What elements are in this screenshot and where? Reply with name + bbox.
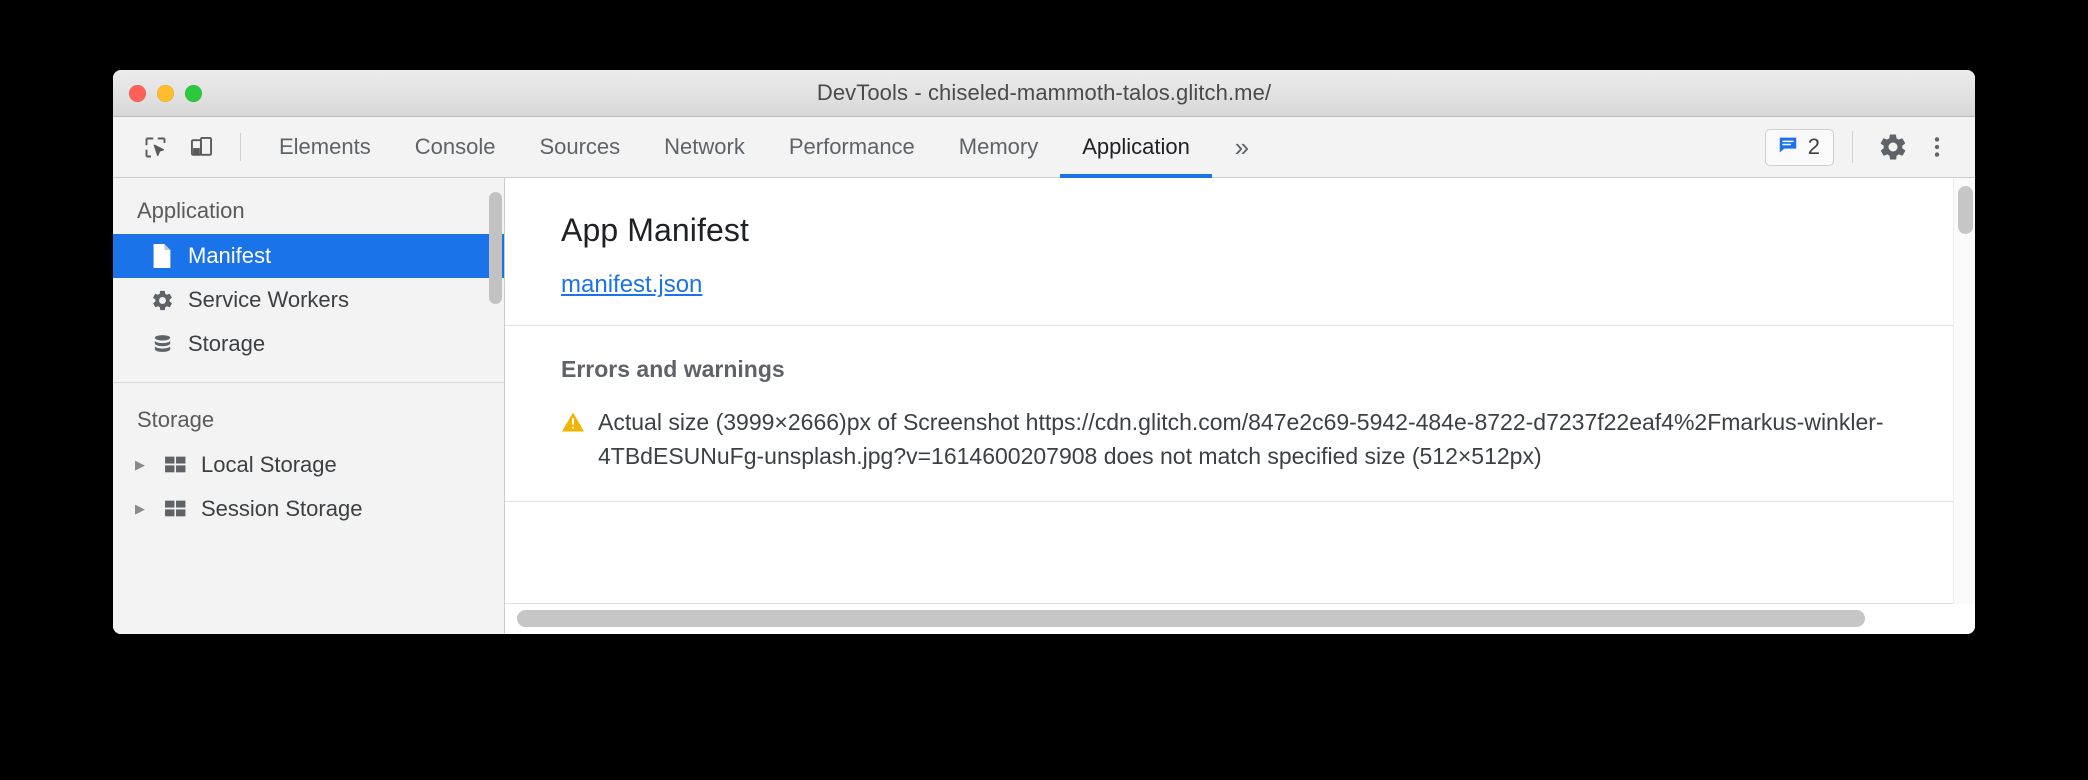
maximize-window-button[interactable]	[185, 84, 202, 102]
sidebar-scrollbar[interactable]	[489, 184, 502, 628]
panel-vertical-scrollbar-thumb[interactable]	[1958, 186, 1973, 234]
manifest-panel: App Manifest manifest.json Errors and wa…	[505, 178, 1975, 634]
tab-label: Network	[664, 134, 745, 159]
document-icon	[149, 243, 175, 269]
sidebar-item-label: Service Workers	[188, 287, 349, 312]
devtools-window: DevTools - chiseled-mammoth-talos.glitch…	[113, 70, 1975, 634]
panel-horizontal-scrollbar-thumb[interactable]	[517, 610, 1865, 627]
more-tabs-chevron-icon[interactable]: »	[1212, 117, 1272, 178]
toolbar-divider	[240, 133, 241, 161]
chevron-right-icon[interactable]: ▶	[131, 501, 149, 517]
sidebar-item-label: Local Storage	[201, 452, 337, 477]
panel-vertical-scrollbar[interactable]	[1953, 178, 1975, 604]
tab-elements[interactable]: Elements	[257, 117, 393, 178]
tab-memory[interactable]: Memory	[937, 117, 1060, 178]
gear-icon	[149, 287, 175, 313]
sidebar-item-label: Storage	[188, 331, 266, 356]
sidebar-group-title-application: Application	[137, 198, 245, 223]
tab-label: Elements	[279, 134, 371, 159]
toolbar-right-actions: 2	[1764, 117, 1975, 178]
tab-performance[interactable]: Performance	[767, 117, 937, 178]
panel-empty-strip	[505, 502, 1953, 544]
sidebar-group-title-storage: Storage	[137, 407, 215, 432]
warning-triangle-icon	[561, 411, 585, 438]
gear-icon[interactable]	[1871, 125, 1915, 169]
tab-label: Memory	[958, 134, 1039, 159]
sidebar-item-label: Session Storage	[201, 496, 363, 521]
more-vertical-icon[interactable]	[1915, 125, 1959, 169]
devtools-body: Application Manifest Service Workers Sto…	[113, 178, 1975, 634]
warning-item: Actual size (3999×2666)px of Screenshot …	[561, 405, 1953, 473]
tab-application[interactable]: Application	[1060, 117, 1212, 178]
tab-network[interactable]: Network	[642, 117, 767, 178]
more-tabs-label: »	[1234, 131, 1250, 162]
sidebar-item-manifest[interactable]: Manifest	[113, 234, 504, 278]
title-bar: DevTools - chiseled-mammoth-talos.glitch…	[113, 70, 1975, 117]
minimize-window-button[interactable]	[157, 84, 174, 102]
tab-label: Console	[414, 134, 496, 159]
console-message-icon	[1777, 134, 1799, 161]
application-sidebar: Application Manifest Service Workers Sto…	[113, 178, 505, 634]
issues-count: 2	[1807, 134, 1820, 159]
tab-console[interactable]: Console	[393, 117, 518, 178]
sidebar-item-session-storage[interactable]: ▶ Session Storage	[113, 487, 504, 531]
errors-and-warnings-section: Errors and warnings Actual size (3999×26…	[505, 326, 1953, 502]
panel-horizontal-scrollbar[interactable]	[505, 604, 1975, 634]
tab-sources[interactable]: Sources	[517, 117, 642, 178]
toolbar-divider-2	[1852, 131, 1853, 163]
chevron-right-icon[interactable]: ▶	[131, 457, 149, 473]
tab-label: Performance	[788, 134, 915, 159]
traffic-light-buttons	[129, 70, 202, 116]
window-title: DevTools - chiseled-mammoth-talos.glitch…	[816, 80, 1272, 105]
table-icon	[162, 496, 188, 522]
page-title: App Manifest	[561, 212, 749, 248]
device-toolbar-icon[interactable]	[178, 124, 224, 170]
manifest-json-link[interactable]: manifest.json	[561, 271, 702, 299]
manifest-content: App Manifest manifest.json Errors and wa…	[505, 178, 1953, 604]
sidebar-scrollbar-thumb[interactable]	[489, 192, 502, 304]
sidebar-item-storage[interactable]: Storage	[113, 322, 504, 366]
inspect-element-icon[interactable]	[132, 124, 178, 170]
panel-tabs: Elements Console Sources Network Perform…	[257, 117, 1212, 178]
errors-heading: Errors and warnings	[561, 356, 785, 382]
manifest-header-section: App Manifest manifest.json	[505, 178, 1953, 326]
database-icon	[149, 331, 175, 357]
sidebar-item-local-storage[interactable]: ▶ Local Storage	[113, 443, 504, 487]
console-issues-badge[interactable]: 2	[1764, 128, 1834, 166]
tab-label: Sources	[539, 134, 621, 159]
warning-message: Actual size (3999×2666)px of Screenshot …	[598, 409, 1884, 469]
tab-label: Application	[1082, 134, 1190, 159]
close-window-button[interactable]	[129, 84, 146, 102]
table-icon	[162, 452, 188, 478]
sidebar-item-service-workers[interactable]: Service Workers	[113, 278, 504, 322]
devtools-toolbar: Elements Console Sources Network Perform…	[113, 117, 1975, 178]
sidebar-item-label: Manifest	[188, 243, 272, 268]
